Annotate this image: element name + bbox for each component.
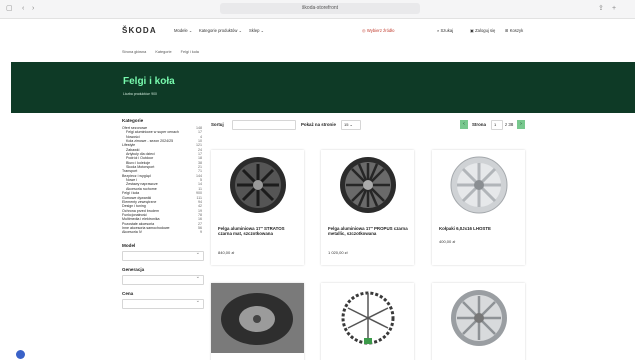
product-title[interactable]: Felga aluminiowa 17" STRATOS czarna mat,… — [218, 226, 298, 236]
breadcrumb-home[interactable]: Strona główna — [122, 50, 146, 54]
filter-sidebar: Kategorie Ofert sezonowe 148 Felgi alumini… — [122, 118, 204, 315]
product-card[interactable]: Kołpaki 6,0Jx16 LHOSTE 400,00 zł — [432, 150, 525, 265]
product-image[interactable] — [321, 150, 414, 220]
cookie-settings-icon[interactable] — [16, 350, 25, 359]
filter-model-select[interactable] — [122, 250, 204, 261]
breadcrumb-current: Felgi i koła — [180, 50, 199, 54]
product-price: 1 020,00 zł — [328, 250, 348, 255]
filter-price-select[interactable] — [122, 298, 204, 309]
silver-hubcap-icon — [450, 156, 507, 214]
categories-heading: Kategorie — [122, 118, 144, 123]
breadcrumb: Strona główna Kategorie Felgi i koła — [122, 50, 207, 54]
filter-price-label: Cena — [122, 290, 134, 296]
login-button[interactable]: ▣ Zaloguj się — [470, 28, 495, 33]
address-bar[interactable]: škoda-storefront — [220, 3, 420, 14]
search-label: Szukaj — [440, 28, 454, 33]
page-label: Strona — [472, 122, 486, 127]
forward-icon[interactable]: › — [32, 4, 34, 13]
dark-alloy-wheel-icon — [229, 157, 286, 213]
product-title[interactable]: Felga aluminiowa 17" PROPUS czarna metal… — [328, 226, 408, 236]
search-button[interactable]: ⌕ Szukaj — [437, 28, 453, 33]
nav-models[interactable]: Modele ⌄ — [174, 28, 192, 33]
per-page-label: Pokaż na stronie — [301, 122, 336, 127]
dealer-select[interactable]: ◎ Wybierz źródło — [362, 25, 422, 36]
next-page-button[interactable]: › — [517, 120, 525, 129]
product-title[interactable]: Kołpaki 6,0Jx16 LHOSTE — [439, 226, 519, 231]
product-price: 840,00 zł — [218, 250, 235, 255]
cart-button[interactable]: ⊞ Koszyk — [505, 28, 523, 33]
dealer-select-label: Wybierz źródło — [366, 28, 395, 33]
product-image[interactable] — [211, 150, 304, 220]
product-card[interactable]: Felga aluminiowa 17" STRATOS czarna mat,… — [211, 150, 304, 265]
filter-generation-label: Generacja — [122, 266, 145, 272]
product-card[interactable] — [321, 283, 414, 360]
site-header: ŠKODA Modele ⌄ Kategorie produktów ⌄ Skl… — [0, 19, 635, 43]
back-icon[interactable]: ‹ — [22, 4, 24, 13]
product-card[interactable]: Felga aluminiowa 17" PROPUS czarna metal… — [321, 150, 414, 265]
new-tab-icon[interactable]: + — [612, 4, 616, 13]
category-count: 9 — [200, 230, 202, 235]
product-card[interactable] — [432, 283, 525, 360]
page-total: z 38 — [505, 122, 514, 127]
per-page-select[interactable]: 15 ⌄ — [341, 120, 361, 130]
share-icon[interactable]: ⇪ — [598, 4, 604, 13]
cart-label: Koszyk — [509, 28, 524, 33]
login-label: Zaloguj się — [475, 28, 496, 33]
snow-chains-icon — [341, 291, 394, 345]
dark-alloy-wheel-icon — [339, 157, 396, 213]
product-image[interactable] — [432, 283, 525, 353]
browser-toolbar: ▢ ‹ › škoda-storefront ⇪ + — [0, 0, 635, 19]
category-label: Akcesoria iV — [122, 230, 142, 235]
spare-wheel-trunk-icon — [211, 283, 304, 353]
page-input[interactable]: 1 — [491, 120, 503, 130]
sidebar-toggle-icon[interactable]: ▢ — [6, 4, 13, 13]
filter-generation-select[interactable] — [122, 274, 204, 285]
product-image[interactable] — [211, 283, 304, 353]
breadcrumb-categories[interactable]: Kategorie — [155, 50, 171, 54]
product-card[interactable] — [211, 283, 304, 360]
category-hero: Felgi i koła Liczba produktów: 900 — [11, 62, 635, 113]
product-count: Liczba produktów: 900 — [123, 92, 157, 96]
category-item[interactable]: Akcesoria iV 9 — [122, 230, 202, 234]
nav-shop[interactable]: Sklep ⌄ — [249, 28, 264, 33]
browser-window: ▢ ‹ › škoda-storefront ⇪ + ŠKODA Modele … — [0, 0, 635, 360]
nav-categories[interactable]: Kategorie produktów ⌄ — [199, 28, 242, 33]
silver-alloy-wheel-icon — [450, 290, 507, 346]
brand-logo[interactable]: ŠKODA — [122, 26, 157, 35]
product-image[interactable] — [432, 150, 525, 220]
sort-label: Sortuj — [211, 122, 224, 127]
product-image[interactable] — [321, 283, 414, 353]
page-title: Felgi i koła — [123, 76, 175, 87]
filter-model-label: Model — [122, 242, 136, 248]
prev-page-button[interactable]: ‹ — [460, 120, 468, 129]
product-price: 400,00 zł — [439, 239, 456, 244]
category-list: Ofert sezonowe 148 Felgi aluminiowe w supe… — [122, 126, 202, 235]
sort-select[interactable] — [232, 120, 296, 130]
